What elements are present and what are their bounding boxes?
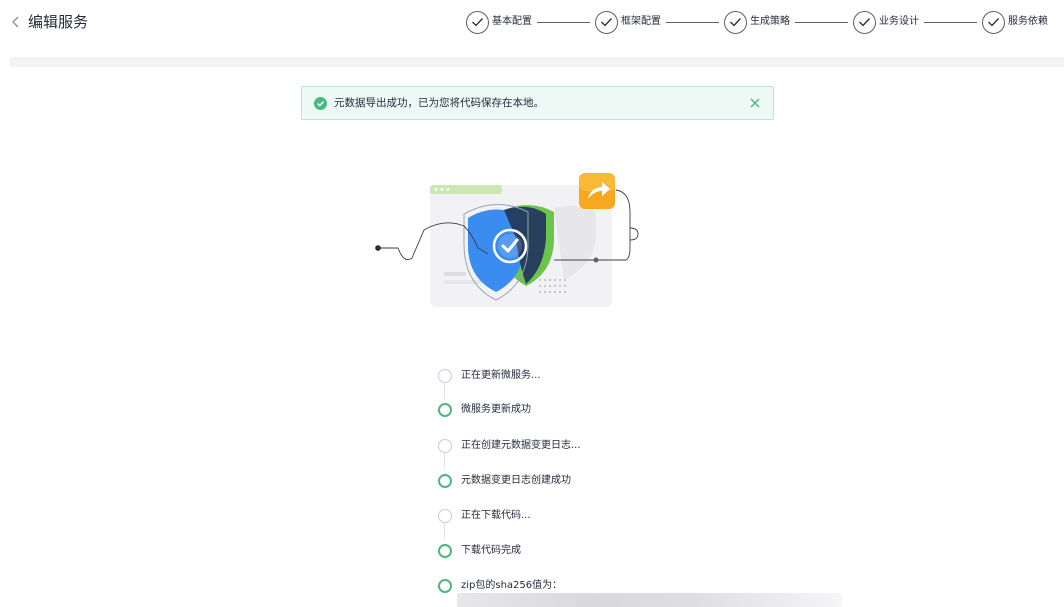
step-label: 生成策略 [750, 16, 790, 27]
timeline-item: 正在更新微服务... [436, 366, 856, 386]
check-icon [595, 10, 618, 34]
success-alert: 元数据导出成功，已为您将代码保存在本地。 [301, 86, 774, 120]
check-icon [724, 10, 747, 34]
timeline-text: 正在创建元数据变更日志... [461, 440, 581, 451]
step-service-dependency: 服务依赖 [982, 10, 1048, 34]
step-connector [924, 21, 977, 23]
step-label: 基本配置 [492, 16, 532, 27]
alert-message: 元数据导出成功，已为您将代码保存在本地。 [334, 97, 544, 109]
close-icon[interactable] [749, 97, 761, 109]
check-icon [853, 10, 876, 34]
timeline-text: 下载代码完成 [461, 545, 521, 556]
step-indicator: 基本配置 框架配置 生成策略 业务设计 服务依赖 [466, 10, 1048, 34]
progress-timeline: 正在更新微服务... 微服务更新成功 正在创建元数据变更日志... 元数据变更日… [436, 364, 856, 607]
export-success-illustration [375, 173, 639, 307]
back-button[interactable] [10, 13, 22, 31]
timeline-item: 正在创建元数据变更日志... [436, 436, 856, 456]
step-basic-config: 基本配置 [466, 10, 532, 34]
success-check-icon [314, 97, 327, 110]
step-framework-config: 框架配置 [595, 10, 661, 34]
done-dot-icon [438, 579, 452, 593]
timeline-text: zip包的sha256值为： [461, 580, 563, 591]
timeline-item: 正在下载代码... [436, 506, 856, 526]
chevron-left-icon [12, 16, 19, 28]
timeline-text: 正在更新微服务... [461, 370, 541, 381]
step-label: 业务设计 [879, 16, 919, 27]
timeline-item: 元数据变更日志创建成功 [436, 471, 856, 491]
step-business-design: 业务设计 [853, 10, 919, 34]
timeline-text: 微服务更新成功 [461, 404, 531, 415]
timeline-item: 微服务更新成功 [436, 400, 856, 420]
step-generation-strategy: 生成策略 [724, 10, 790, 34]
step-connector [537, 21, 590, 23]
header: 编辑服务 基本配置 框架配置 生成策略 业务设计 服务依赖 [0, 0, 1064, 46]
pending-dot-icon [438, 509, 452, 523]
done-dot-icon [438, 403, 452, 417]
timeline-text: 元数据变更日志创建成功 [461, 475, 571, 486]
step-connector [666, 21, 719, 23]
check-icon [466, 10, 489, 34]
done-dot-icon [438, 544, 452, 558]
done-dot-icon [438, 474, 452, 488]
step-connector [795, 21, 848, 23]
header-divider [10, 57, 1064, 67]
timeline-text: 正在下载代码... [461, 510, 531, 521]
pending-dot-icon [438, 439, 452, 453]
step-label: 框架配置 [621, 16, 661, 27]
timeline-item: 下载代码完成 [436, 541, 856, 561]
step-label: 服务依赖 [1008, 16, 1048, 27]
page-title: 编辑服务 [28, 13, 89, 31]
pending-dot-icon [438, 369, 452, 383]
sha256-value-redacted [457, 593, 842, 607]
check-icon [982, 10, 1005, 34]
page: 编辑服务 基本配置 框架配置 生成策略 业务设计 服务依赖 元数据导出成功，已为… [0, 0, 1064, 607]
